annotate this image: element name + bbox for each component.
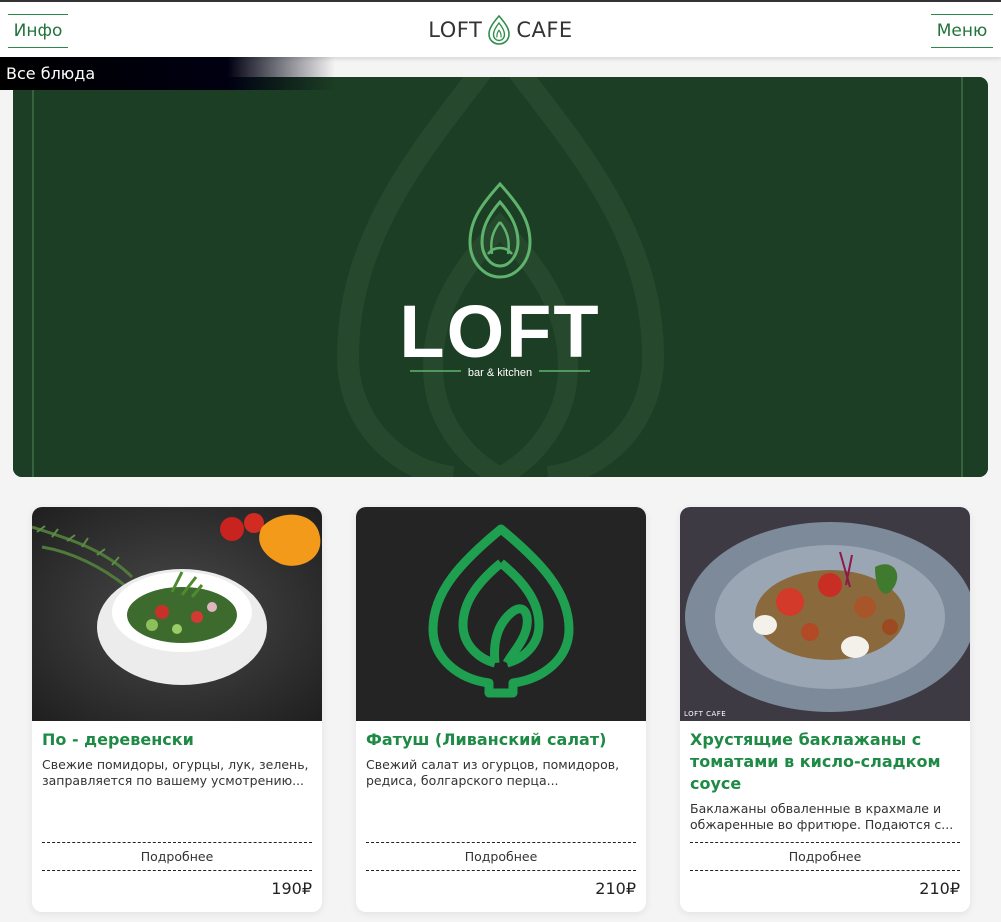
dish-title[interactable]: Фатуш (Ливанский салат) — [366, 729, 638, 751]
banner-logo-text: LOFT — [399, 290, 600, 373]
hero-banner: LOFT bar & kitchen — [13, 77, 988, 477]
dish-description: Свежие помидоры, огурцы, лук, зелень, за… — [42, 757, 309, 788]
dish-image-placeholder — [356, 507, 646, 721]
brand-text-left: LOFT — [428, 17, 483, 42]
details-button[interactable]: Подробнее — [42, 842, 312, 871]
top-header: Инфо LOFT CAFE Меню — [0, 0, 1001, 57]
dish-card[interactable]: LOFT CAFE Хрустящие баклажаны с томатами… — [680, 507, 970, 912]
dish-image — [680, 507, 970, 721]
dish-image — [32, 507, 322, 721]
dish-price: 190₽ — [271, 879, 312, 898]
dish-title[interactable]: По - деревенски — [42, 729, 314, 751]
banner-artwork: LOFT bar & kitchen — [13, 77, 988, 477]
info-button[interactable]: Инфо — [8, 14, 68, 48]
dish-card[interactable]: Фатуш (Ливанский салат) Свежий салат из … — [356, 507, 646, 912]
details-button[interactable]: Подробнее — [366, 842, 636, 871]
dish-price: 210₽ — [595, 879, 636, 898]
category-all-dishes[interactable]: Все блюда — [0, 57, 335, 90]
brand-logo: LOFT CAFE — [0, 2, 1001, 57]
brand-text-right: CAFE — [516, 17, 573, 42]
dish-card[interactable]: По - деревенски Свежие помидоры, огурцы,… — [32, 507, 322, 912]
details-button[interactable]: Подробнее — [690, 842, 960, 871]
dish-title[interactable]: Хрустящие баклажаны с томатами в кисло-с… — [690, 729, 962, 795]
dish-description: Свежий салат из огурцов, помидоров, реди… — [366, 757, 620, 788]
menu-button[interactable]: Меню — [931, 14, 993, 48]
dish-description: Баклажаны обваленные в крахмале и обжаре… — [690, 801, 954, 832]
image-watermark: LOFT CAFE — [684, 710, 727, 718]
leaf-icon — [488, 14, 511, 45]
banner-logo-subtitle: bar & kitchen — [468, 367, 532, 379]
dish-price: 210₽ — [919, 879, 960, 898]
